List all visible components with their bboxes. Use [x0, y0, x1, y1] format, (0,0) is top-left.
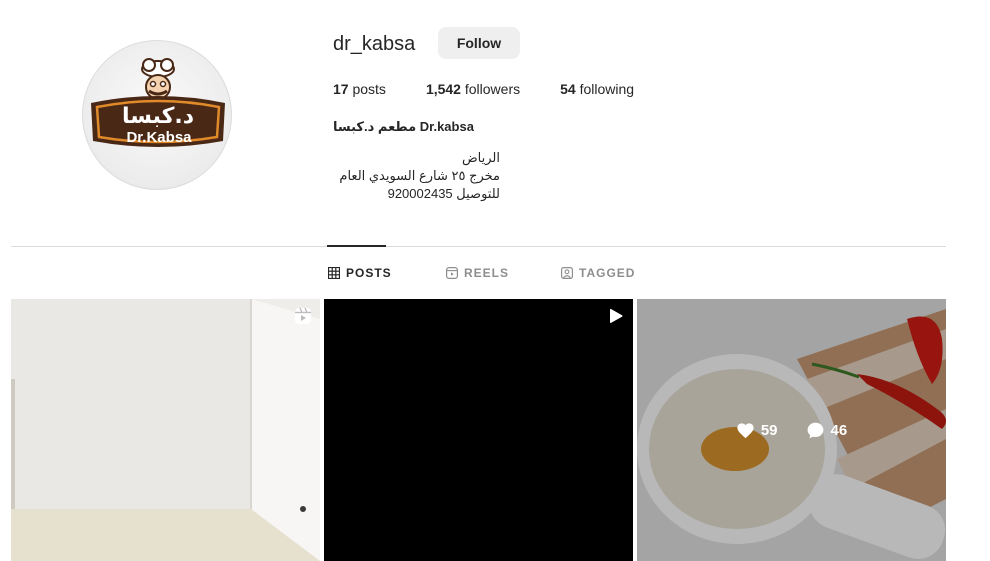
tab-tagged[interactable]: TAGGED: [561, 266, 635, 280]
post-tile[interactable]: [11, 299, 320, 561]
post-tile[interactable]: 59 46: [637, 299, 946, 561]
tab-posts[interactable]: POSTS: [328, 266, 392, 280]
play-icon: [610, 308, 623, 324]
profile-bio: الرياض مخرج ٢٥ شارع السويدي العام 920002…: [333, 149, 500, 203]
following-stat[interactable]: 54 following: [560, 81, 634, 97]
post-image-room: [11, 299, 320, 561]
tagged-icon: [561, 267, 573, 279]
dr-kabsa-logo: د.كبسا Dr.Kabsa: [91, 58, 225, 147]
tab-reels-label: REELS: [464, 266, 510, 280]
comments-stat: 46: [806, 421, 848, 440]
tabs-divider: [11, 246, 946, 247]
profile-avatar[interactable]: د.كبسا Dr.Kabsa: [82, 40, 232, 190]
profile-full-name: مطعم د.كبسا Dr.kabsa: [333, 119, 474, 134]
logo-arabic-text: د.كبسا: [122, 104, 194, 129]
posts-count: 17: [333, 81, 349, 97]
bio-line-phone: 920002435 للتوصيل: [387, 186, 500, 201]
profile-username: dr_kabsa: [333, 33, 416, 55]
followers-label: followers: [464, 81, 521, 97]
post-tile[interactable]: [324, 299, 633, 561]
reels-icon: [446, 267, 458, 279]
grid-icon: [328, 267, 340, 279]
likes-count: 59: [760, 421, 778, 439]
heart-icon: [737, 422, 754, 438]
following-label: following: [579, 81, 635, 97]
profile-stats: 17 posts 1,542 followers 54 following: [333, 81, 674, 97]
followers-count: 1,542: [425, 81, 461, 97]
likes-stat: 59: [736, 422, 778, 439]
comments-count: 46: [830, 421, 848, 439]
active-tab-indicator: [327, 245, 386, 247]
tab-tagged-label: TAGGED: [579, 266, 636, 280]
posts-stat: 17 posts: [333, 81, 386, 97]
reels-icon: [295, 307, 311, 324]
logo-latin-text: Dr.Kabsa: [126, 129, 192, 146]
bio-line-city: الرياض: [461, 150, 500, 165]
followers-stat[interactable]: 1,542 followers: [426, 81, 520, 97]
following-count: 54: [560, 81, 576, 97]
tab-reels[interactable]: REELS: [446, 266, 509, 280]
post-hover-stats: 59 46: [637, 299, 946, 561]
tab-posts-label: POSTS: [346, 266, 392, 280]
posts-label: posts: [352, 81, 386, 97]
follow-button[interactable]: Follow: [438, 27, 520, 59]
bio-line-address: مخرج ٢٥ شارع السويدي العام: [339, 168, 500, 183]
comment-icon: [807, 422, 823, 438]
